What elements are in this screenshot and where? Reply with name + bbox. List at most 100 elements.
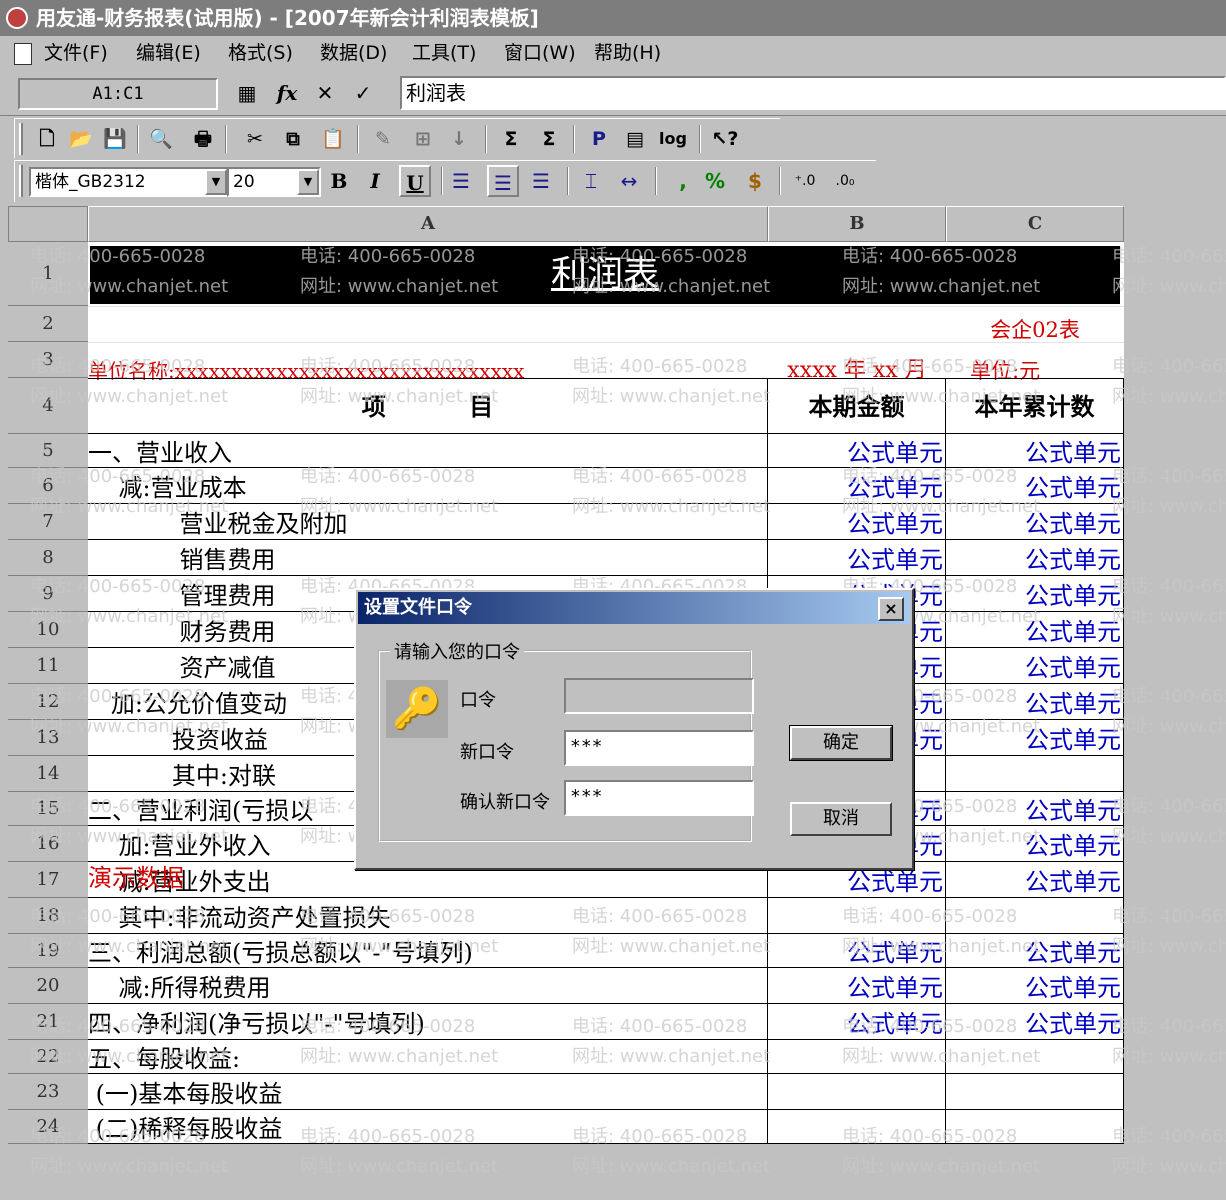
formula-cell[interactable]: 公式单元: [946, 826, 1124, 862]
function-icon[interactable]: fx: [274, 80, 300, 106]
row-header[interactable]: 15: [8, 792, 88, 826]
print-icon[interactable]: 🖶: [187, 123, 219, 155]
formula-cell[interactable]: 公式单元: [946, 968, 1124, 1004]
cancel-icon[interactable]: ✕: [312, 80, 338, 106]
formula-cell[interactable]: [946, 1110, 1124, 1144]
password-field[interactable]: [564, 678, 754, 714]
row-header[interactable]: 24: [8, 1110, 88, 1144]
row-header[interactable]: 3: [8, 342, 88, 378]
row-label-cell[interactable]: 减:营业成本: [88, 468, 768, 504]
formula-cell[interactable]: 公式单元: [768, 1004, 946, 1040]
row-header[interactable]: 2: [8, 306, 88, 342]
row-header[interactable]: 13: [8, 720, 88, 756]
row-header[interactable]: 18: [8, 898, 88, 934]
cancel-button[interactable]: 取消: [790, 802, 892, 836]
italic-icon[interactable]: I: [359, 165, 391, 197]
formula-cell[interactable]: 公式单元: [946, 1004, 1124, 1040]
formula-cell[interactable]: 公式单元: [946, 934, 1124, 968]
context-help-icon[interactable]: ↖?: [709, 123, 741, 155]
row-header[interactable]: 12: [8, 684, 88, 720]
cell-reference-box[interactable]: A1:C1: [18, 78, 218, 110]
sum-range-icon[interactable]: Σ: [533, 123, 565, 155]
formula-cell[interactable]: [946, 898, 1124, 934]
row-label-cell[interactable]: 四、净利润(净亏损以"-"号填列): [88, 1004, 768, 1040]
dialog-title-bar[interactable]: 设置文件口令 ×: [358, 592, 910, 624]
toolbar-grip[interactable]: [19, 165, 23, 197]
bold-icon[interactable]: B: [323, 165, 355, 197]
formula-cell[interactable]: [768, 1110, 946, 1144]
menu-tools[interactable]: 工具(T): [408, 36, 480, 70]
formula-cell[interactable]: 公式单元: [946, 434, 1124, 468]
column-item-header[interactable]: 项 目: [88, 378, 768, 434]
font-name-select[interactable]: 楷体_GB2312 ▼: [29, 167, 229, 197]
report-title-cell[interactable]: 利润表: [90, 246, 1120, 304]
column-header-c[interactable]: C: [946, 206, 1124, 242]
dropdown-arrow-icon[interactable]: ▼: [297, 169, 319, 195]
align-right-icon[interactable]: ☰: [525, 165, 557, 197]
formula-cell[interactable]: [768, 898, 946, 934]
formula-cell[interactable]: 公式单元: [768, 504, 946, 540]
formula-cell[interactable]: 公式单元: [946, 792, 1124, 826]
log-icon[interactable]: log: [657, 123, 689, 155]
font-size-select[interactable]: 20 ▼: [227, 167, 321, 197]
row-label-cell[interactable]: 营业税金及附加: [88, 504, 768, 540]
currency-icon[interactable]: $: [739, 165, 771, 197]
select-all-corner[interactable]: [8, 206, 88, 242]
column-header-a[interactable]: A: [88, 206, 768, 242]
column-header-b[interactable]: B: [768, 206, 946, 242]
row-header[interactable]: 8: [8, 540, 88, 576]
row-header[interactable]: 10: [8, 612, 88, 648]
menu-format[interactable]: 格式(S): [224, 36, 297, 70]
formula-cell[interactable]: [946, 1040, 1124, 1074]
formula-cell[interactable]: [946, 1074, 1124, 1110]
paste-icon[interactable]: 📋: [317, 123, 349, 155]
formula-cell[interactable]: 公式单元: [946, 648, 1124, 684]
row-header[interactable]: 9: [8, 576, 88, 612]
column-current-header[interactable]: 本期金额: [768, 378, 946, 434]
formula-cell[interactable]: 公式单元: [768, 434, 946, 468]
formula-cell[interactable]: 公式单元: [768, 934, 946, 968]
formula-cell[interactable]: 公式单元: [768, 468, 946, 504]
dropdown-arrow-icon[interactable]: ▼: [205, 169, 227, 195]
row-header[interactable]: 20: [8, 968, 88, 1004]
sum-icon[interactable]: Σ: [495, 123, 527, 155]
row-header[interactable]: 11: [8, 648, 88, 684]
ok-button[interactable]: 确定: [789, 725, 893, 761]
row-label-cell[interactable]: 减:所得税费用: [88, 968, 768, 1004]
thousands-separator-icon[interactable]: ,: [667, 165, 699, 197]
menu-file[interactable]: 文件(F): [40, 36, 112, 70]
formula-cell[interactable]: 公式单元: [946, 612, 1124, 648]
document-icon[interactable]: [14, 43, 32, 65]
formula-cell[interactable]: [946, 756, 1124, 792]
formula-cell[interactable]: [768, 1074, 946, 1110]
row-label-cell[interactable]: 一、营业收入: [88, 434, 768, 468]
cut-icon[interactable]: ✂: [239, 123, 271, 155]
row-header[interactable]: 23: [8, 1074, 88, 1110]
menu-help[interactable]: 帮助(H): [590, 36, 665, 70]
formula-cell[interactable]: 公式单元: [946, 684, 1124, 720]
formula-input[interactable]: 利润表: [400, 76, 1226, 110]
row-header[interactable]: 22: [8, 1040, 88, 1074]
formula-cell[interactable]: 公式单元: [946, 540, 1124, 576]
formula-cell[interactable]: 公式单元: [946, 862, 1124, 898]
horizontal-fit-icon[interactable]: ↔: [613, 165, 645, 197]
formula-cell[interactable]: 公式单元: [946, 504, 1124, 540]
align-center-icon[interactable]: ☰: [487, 165, 519, 197]
vertical-align-icon[interactable]: ⌶: [575, 165, 607, 197]
menu-edit[interactable]: 编辑(E): [132, 36, 205, 70]
row-label-cell[interactable]: (一)基本每股收益: [88, 1074, 768, 1110]
row-header[interactable]: 16: [8, 826, 88, 862]
save-icon[interactable]: 💾: [99, 123, 131, 155]
row-label-cell[interactable]: 其中:非流动资产处置损失: [88, 898, 768, 934]
menu-window[interactable]: 窗口(W): [500, 36, 580, 70]
formula-cell[interactable]: 公式单元: [946, 468, 1124, 504]
page-icon[interactable]: ▤: [619, 123, 651, 155]
increase-decimal-icon[interactable]: ⁺.0: [789, 165, 821, 197]
row-header[interactable]: 7: [8, 504, 88, 540]
row-header[interactable]: 17: [8, 862, 88, 898]
new-file-icon[interactable]: 🗋: [31, 123, 63, 155]
formula-cell[interactable]: 公式单元: [946, 720, 1124, 756]
toolbar-grip[interactable]: [19, 123, 23, 155]
accept-icon[interactable]: ✓: [350, 80, 376, 106]
copy-icon[interactable]: ⧉: [277, 123, 309, 155]
